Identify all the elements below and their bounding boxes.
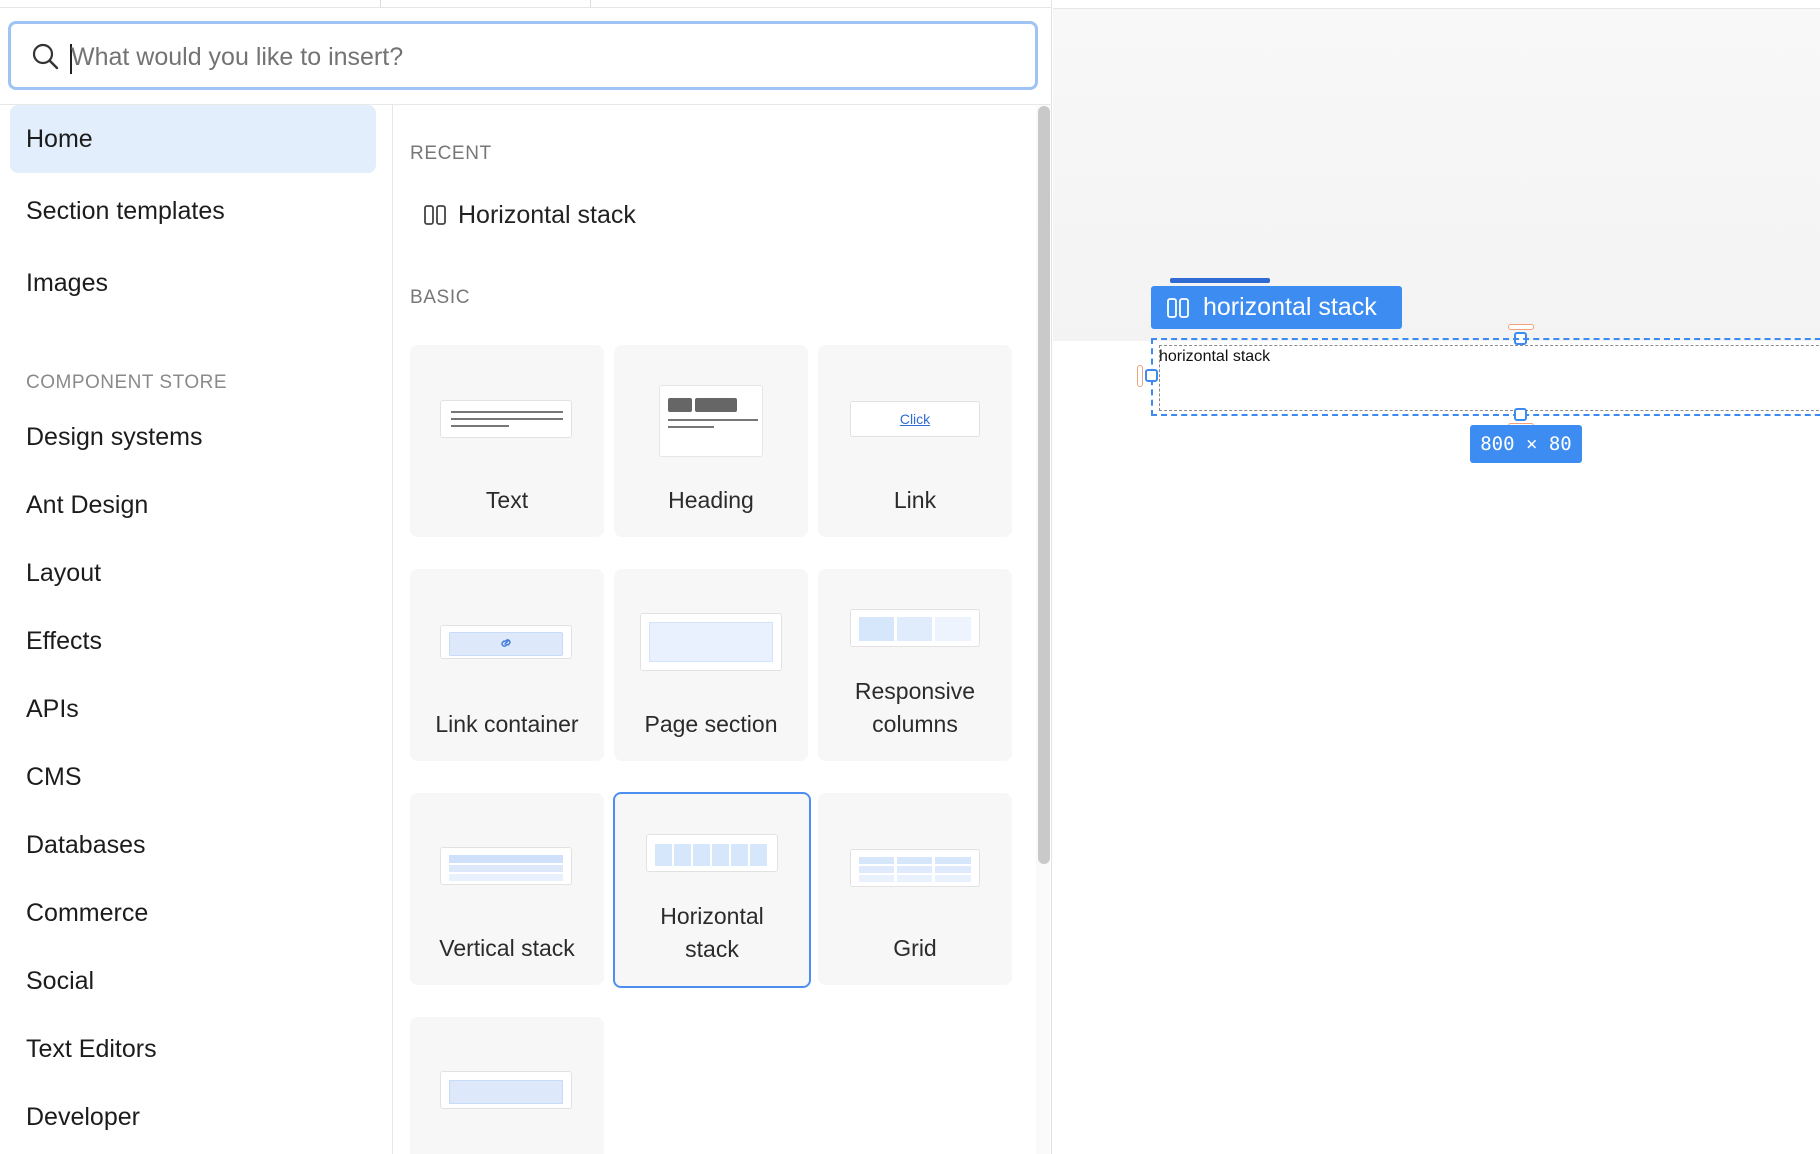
sidebar-item-label: Ant Design [26,491,149,519]
vertical-stack-icon [440,847,572,885]
horizontal-stack-icon [646,834,778,872]
sidebar-item-apis[interactable]: APIs [10,675,376,743]
category-sidebar: Home Section templates Images COMPONENT … [0,105,393,1154]
search-box[interactable] [8,21,1038,90]
card-label: Link container [435,711,579,737]
link-icon [501,639,511,647]
text-lines-icon [440,400,572,438]
resize-handle-left-outer[interactable] [1137,365,1143,387]
sidebar-item-ant-design[interactable]: Ant Design [10,471,376,539]
sidebar-item-label: Section templates [26,197,225,225]
sidebar-item-effects[interactable]: Effects [10,607,376,675]
sidebar-item-design-systems[interactable]: Design systems [10,403,376,471]
sidebar-item-label: Home [26,125,93,153]
badge-label: horizontal stack [1203,293,1377,321]
resize-handle-left[interactable] [1145,369,1158,382]
sidebar-item-cms[interactable]: CMS [10,743,376,811]
component-card-link-container[interactable]: Link container [410,569,604,761]
component-card-link[interactable]: Click Link [818,345,1012,537]
columns-icon [424,205,446,225]
selected-element-badge[interactable]: horizontal stack [1151,286,1402,329]
resize-handle-top-outer[interactable] [1508,324,1534,330]
sidebar-item-text-editors[interactable]: Text Editors [10,1015,376,1083]
box-icon [440,1071,572,1109]
scrollbar-thumb[interactable] [1038,106,1050,864]
columns-icon [1167,297,1189,318]
card-label: Vertical stack [439,935,575,961]
design-canvas[interactable]: horizontal stack horizontal stack 800 × … [1053,0,1820,1154]
component-card-heading[interactable]: Heading [614,345,808,537]
sidebar-item-databases[interactable]: Databases [10,811,376,879]
sidebar-item-label: Developer [26,1103,140,1131]
component-list: RECENT Horizontal stack BASIC Text Headi… [394,105,1034,1154]
recent-item-label: Horizontal stack [458,200,636,229]
component-store-heading: COMPONENT STORE [26,372,228,393]
sidebar-item-label: Commerce [26,899,149,927]
link-text-icon: Click [850,401,980,437]
basic-heading: BASIC [410,287,471,308]
sidebar-item-label: Design systems [26,423,203,451]
link-thumb-text: Click [899,411,931,427]
element-text[interactable]: horizontal stack [1159,348,1270,366]
component-card-vertical-stack[interactable]: Vertical stack [410,793,604,985]
sidebar-item-developer[interactable]: Developer [10,1083,376,1151]
sidebar-item-images[interactable]: Images [10,249,376,317]
card-label: Heading [668,487,754,513]
component-card-text[interactable]: Text [410,345,604,537]
top-tab-strip [0,0,1052,8]
sidebar-item-layout[interactable]: Layout [10,539,376,607]
card-label: Grid [893,935,937,961]
sidebar-item-label: Social [26,967,95,995]
sidebar-item-label: Effects [26,627,102,655]
search-icon [32,43,59,70]
card-label: Link [893,487,937,513]
component-card-horizontal-stack[interactable]: Horizontal stack [613,792,811,988]
search-input[interactable] [71,36,1011,78]
sidebar-item-label: Text Editors [26,1035,157,1063]
sidebar-item-label: Images [26,269,108,297]
link-container-icon [440,625,572,659]
component-card-grid[interactable]: Grid [818,793,1012,985]
sidebar-item-social[interactable]: Social [10,947,376,1015]
recent-item-horizontal-stack[interactable]: Horizontal stack [424,197,636,233]
sidebar-item-commerce[interactable]: Commerce [10,879,376,947]
responsive-columns-icon [850,609,980,647]
sidebar-item-label: CMS [26,763,82,791]
sidebar-item-home[interactable]: Home [10,105,376,173]
card-label: Responsive columns [854,678,976,737]
card-label: Page section [644,711,778,737]
sidebar-item-label: Layout [26,559,102,587]
grid-icon [850,849,980,887]
component-card-responsive-columns[interactable]: Responsive columns [818,569,1012,761]
dimensions-badge: 800 × 80 [1470,425,1582,463]
tab-divider [590,0,591,7]
card-label: Horizontal stack [660,903,764,962]
component-card-page-section[interactable]: Page section [614,569,808,761]
sidebar-item-label: APIs [26,695,79,723]
resize-handle-bottom[interactable] [1514,408,1527,421]
component-card-box[interactable] [410,1017,604,1154]
tab-divider [380,0,381,7]
insert-panel: Home Section templates Images COMPONENT … [0,0,1052,1154]
sidebar-item-label: Databases [26,831,146,859]
recent-heading: RECENT [410,143,492,164]
card-label: Text [485,487,529,513]
heading-icon [659,385,763,457]
selection-accent-bar [1170,278,1270,283]
sidebar-item-section-templates[interactable]: Section templates [10,177,376,245]
page-section-icon [640,613,782,671]
